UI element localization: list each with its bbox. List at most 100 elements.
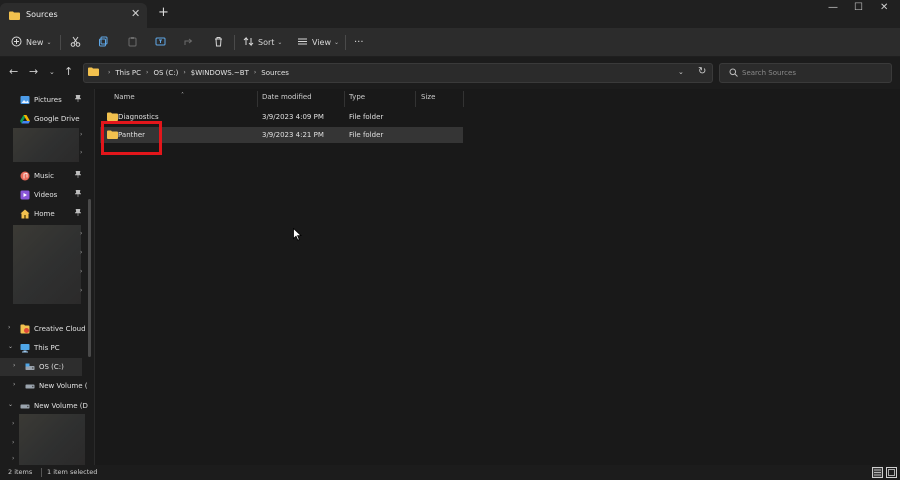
chevron-right-icon: › [12, 439, 15, 446]
delete-button[interactable] [213, 28, 224, 57]
sidebar-item-label: OS (C:) [39, 363, 64, 371]
this-pc-icon [20, 343, 30, 353]
chevron-right-icon: › [108, 69, 111, 76]
view-label: View [312, 38, 331, 47]
sidebar-item-music[interactable]: Music [0, 167, 88, 185]
search-input[interactable] [742, 67, 882, 79]
file-date: 3/9/2023 4:21 PM [262, 131, 324, 139]
sidebar-item-pictures[interactable]: Pictures [0, 91, 88, 109]
status-bar: 2 items 1 item selected [0, 465, 900, 480]
tiles-view-icon [887, 469, 896, 479]
column-divider[interactable] [463, 91, 464, 107]
chevron-right-icon: › [12, 455, 15, 462]
column-divider[interactable] [415, 91, 416, 107]
sidebar-item-label: Videos [34, 191, 58, 199]
chevron-right-icon: › [80, 249, 83, 256]
chevron-right-icon: › [80, 287, 83, 294]
column-divider[interactable] [257, 91, 258, 107]
close-button[interactable]: ✕ [880, 2, 888, 13]
maximize-button[interactable]: ☐ [854, 2, 863, 13]
column-header-date-modified[interactable]: Date modified [262, 93, 312, 101]
sidebar-item-this-pc[interactable]: ⌄ This PC [0, 339, 88, 357]
blurred-region [19, 414, 85, 465]
paste-button[interactable] [127, 28, 138, 57]
chevron-right-icon: › [253, 69, 257, 76]
chevron-right-icon: › [80, 268, 83, 275]
share-button[interactable] [184, 28, 195, 57]
sidebar-item-label: Google Drive [34, 115, 80, 123]
sidebar-item-label: New Volume (D: [34, 402, 88, 410]
chevron-down-icon: ⌄ [333, 39, 340, 46]
item-count: 2 items [8, 468, 33, 476]
chevron-down-icon: ⌄ [46, 39, 52, 46]
toolbar-divider [234, 35, 235, 50]
new-button[interactable]: New ⌄ [11, 28, 51, 57]
pin-icon [74, 208, 82, 218]
sidebar-scrollbar[interactable] [88, 199, 91, 357]
sort-button[interactable]: Sort ⌄ [243, 28, 282, 57]
details-view-button[interactable] [872, 467, 883, 478]
sidebar-item-new-volume[interactable]: › New Volume ( [0, 377, 88, 395]
trash-icon [213, 36, 224, 49]
home-icon [20, 209, 30, 219]
navigation-pane: Pictures Google Drive › › Music Videos H… [0, 89, 94, 465]
tiles-view-button[interactable] [886, 467, 897, 478]
chevron-down-icon: ⌄ [277, 39, 283, 46]
sort-icon [243, 36, 254, 49]
up-button[interactable]: ↑ [64, 65, 73, 78]
more-icon: ··· [354, 37, 364, 48]
file-type: File folder [349, 113, 384, 121]
breadcrumb-sources[interactable]: Sources [261, 69, 289, 77]
sidebar-item-home[interactable]: Home [0, 205, 88, 223]
selection-count: 1 item selected [47, 468, 98, 476]
breadcrumb-os-c[interactable]: OS (C:) [153, 69, 178, 77]
pictures-icon [20, 95, 30, 105]
toolbar-divider [345, 35, 346, 50]
column-header-name[interactable]: Name ˄ [114, 92, 184, 101]
file-name: Diagnostics [118, 113, 159, 121]
sidebar-item-os-c[interactable]: › OS (C:) [0, 358, 82, 376]
file-date: 3/9/2023 4:09 PM [262, 113, 324, 121]
address-bar[interactable]: › This PC › OS (C:) › $WINDOWS.~BT › Sou… [83, 63, 713, 83]
refresh-button[interactable]: ↻ [698, 66, 706, 77]
folder-icon [88, 67, 99, 78]
view-icon [297, 36, 308, 49]
more-options-button[interactable]: ··· [354, 28, 364, 57]
new-tab-button[interactable]: + [158, 5, 169, 20]
rename-icon [155, 36, 167, 49]
chevron-right-icon: › [183, 69, 186, 76]
copy-button[interactable] [98, 28, 109, 57]
sidebar-item-videos[interactable]: Videos [0, 186, 88, 204]
chevron-right-icon: › [13, 381, 16, 388]
breadcrumb-windows-bt[interactable]: $WINDOWS.~BT [191, 69, 249, 77]
column-header-type[interactable]: Type [349, 93, 365, 101]
drive-icon [20, 401, 30, 411]
cut-icon [70, 36, 81, 49]
sidebar-item-label: This PC [34, 344, 60, 352]
blurred-region [13, 128, 79, 162]
sidebar-item-new-volume-d[interactable]: ⌄ New Volume (D: [0, 397, 88, 415]
column-header-size[interactable]: Size [421, 93, 435, 101]
view-button[interactable]: View ⌄ [297, 28, 339, 57]
minimize-button[interactable]: — [828, 2, 838, 13]
cut-button[interactable] [70, 28, 81, 57]
sort-ascending-icon: ˄ [181, 92, 184, 99]
google-drive-icon [20, 114, 30, 124]
drive-icon [25, 362, 35, 372]
rename-button[interactable] [155, 28, 167, 57]
search-box[interactable] [719, 63, 892, 83]
pin-icon [74, 189, 82, 199]
column-divider[interactable] [344, 91, 345, 107]
tab-close-button[interactable]: ✕ [131, 7, 140, 20]
sidebar-item-google-drive[interactable]: Google Drive [0, 110, 88, 128]
file-list: Name ˄ Date modified Type Size Diagnosti… [95, 89, 900, 465]
tab-sources[interactable]: Sources ✕ [0, 3, 147, 28]
sidebar-item-creative-cloud[interactable]: › Creative Cloud F [0, 320, 88, 338]
address-dropdown-button[interactable]: ⌄ [678, 68, 684, 76]
chevron-right-icon: › [146, 69, 149, 76]
forward-button[interactable]: → [29, 65, 38, 78]
recent-locations-button[interactable]: ⌄ [49, 68, 55, 76]
breadcrumb-this-pc[interactable]: This PC [115, 69, 141, 77]
back-button[interactable]: ← [9, 65, 18, 78]
file-type: File folder [349, 131, 384, 139]
